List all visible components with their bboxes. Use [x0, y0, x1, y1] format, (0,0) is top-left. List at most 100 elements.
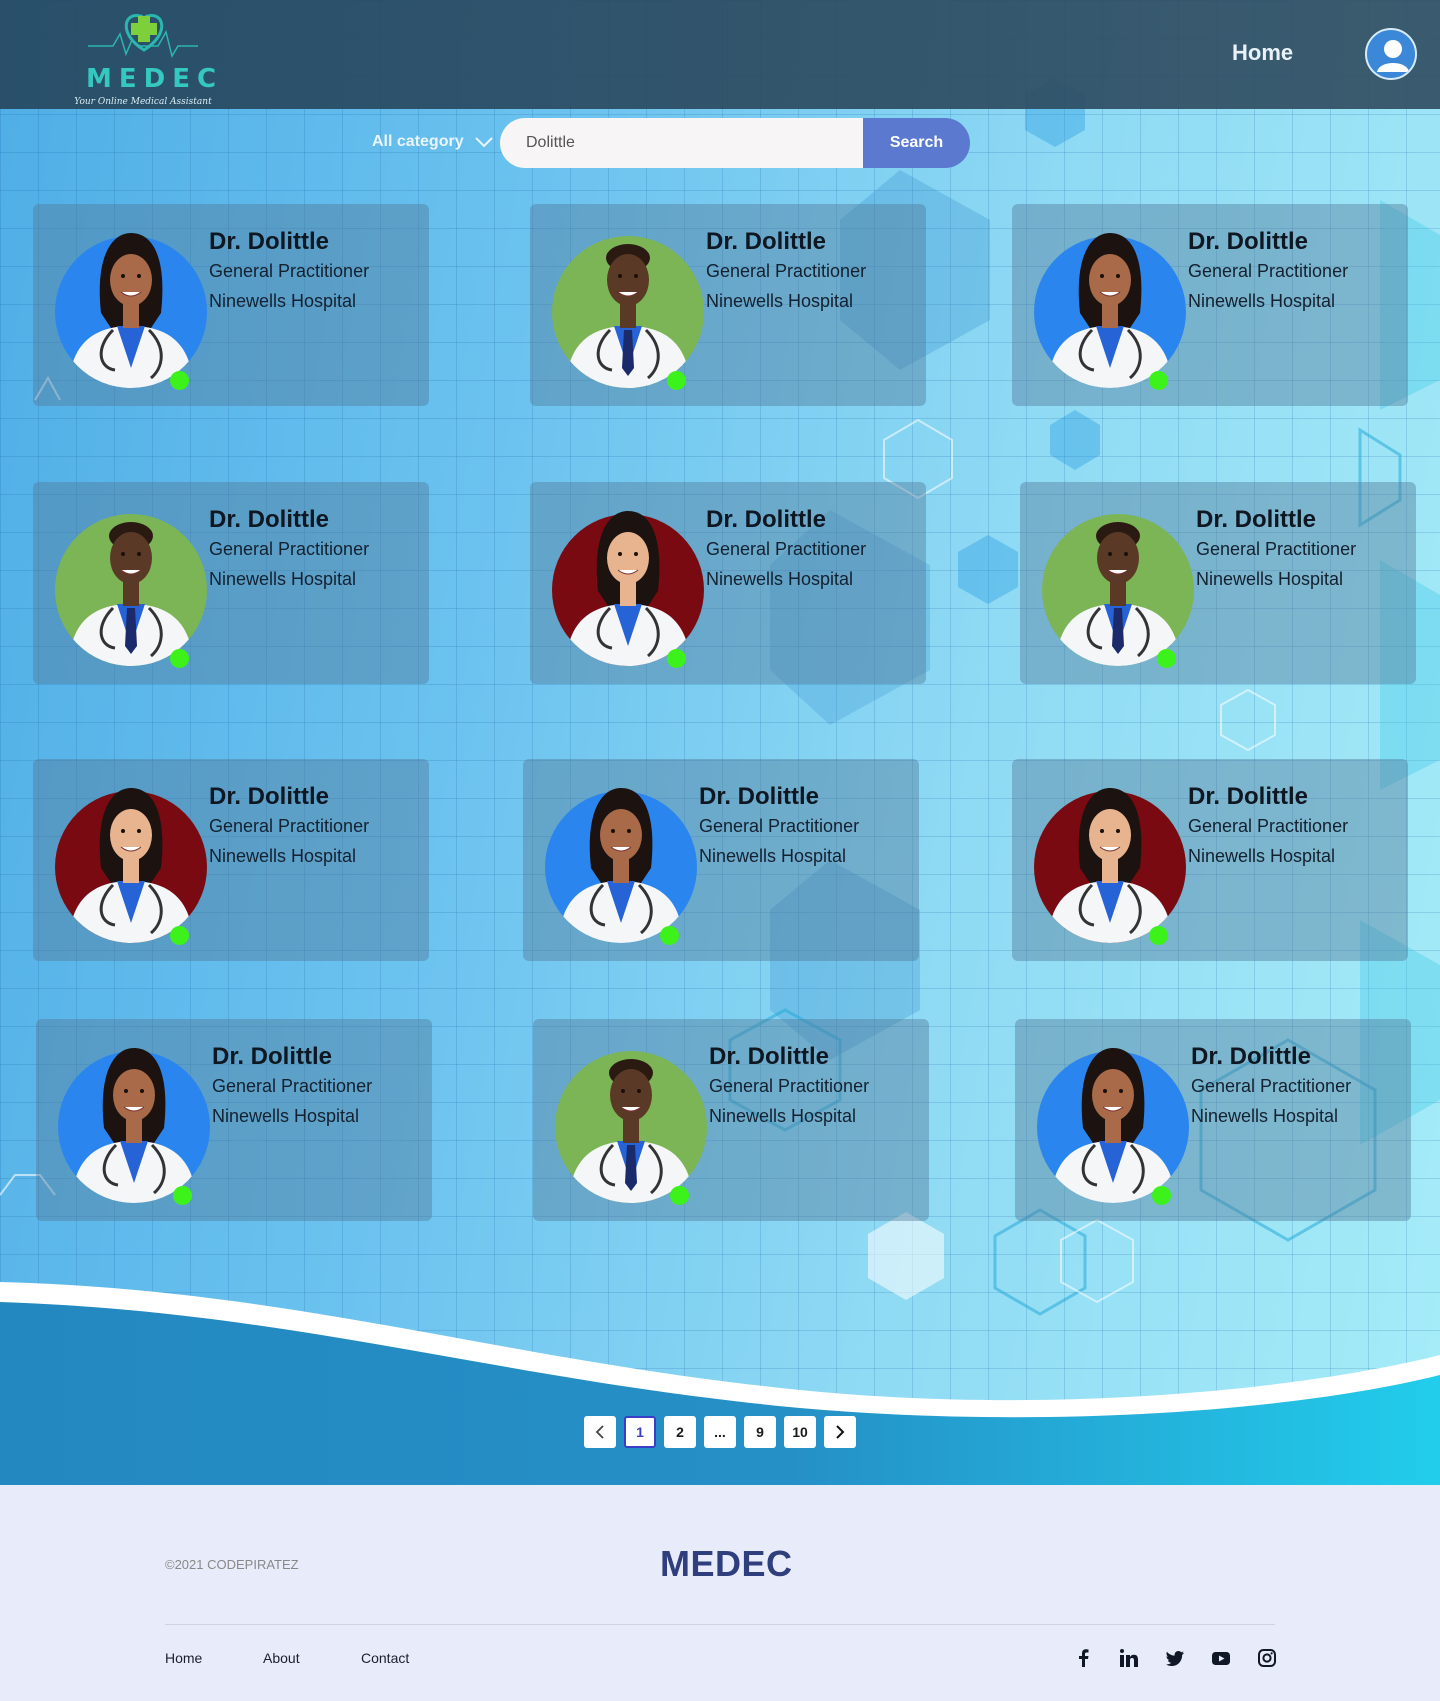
doctor-portrait [55, 218, 207, 390]
doctor-portrait [552, 496, 704, 668]
doctor-name: Dr. Dolittle [1188, 228, 1309, 255]
online-status-dot [170, 649, 189, 668]
doctor-card[interactable]: Dr. Dolittle General Practitioner Ninewell… [530, 482, 926, 684]
doctor-specialty: General Practitioner [1188, 816, 1349, 836]
doctor-hospital: Ninewells Hospital [1188, 291, 1336, 311]
online-status-dot [667, 649, 686, 668]
page-button-2[interactable]: 2 [664, 1416, 696, 1448]
next-page-button[interactable] [824, 1416, 856, 1448]
doctor-card[interactable]: Dr. Dolittle General Practitioner Ninewell… [33, 759, 429, 961]
doctor-card[interactable]: Dr. Dolittle General Practitioner Ninewell… [36, 1019, 432, 1221]
copyright-text: ©2021 CODEPIRATEZ [165, 1557, 299, 1572]
twitter-icon[interactable] [1162, 1645, 1188, 1671]
online-status-dot [173, 1186, 192, 1205]
doctor-hospital: Ninewells Hospital [709, 1106, 857, 1126]
wave-divider [0, 1282, 1440, 1485]
logo-tagline: Your Online Medical Assistant [74, 97, 212, 107]
doctor-name: Dr. Dolittle [1196, 506, 1317, 533]
online-status-dot [660, 926, 679, 945]
search-button[interactable]: Search [863, 118, 970, 168]
doctor-hospital: Ninewells Hospital [209, 569, 357, 589]
nav-home-link[interactable]: Home [1232, 40, 1293, 66]
online-status-dot [1149, 926, 1168, 945]
doctor-card[interactable]: Dr. Dolittle General Practitioner Ninewell… [1020, 482, 1416, 684]
doctor-hospital: Ninewells Hospital [1191, 1106, 1339, 1126]
doctor-portrait [1034, 773, 1186, 945]
doctor-portrait [552, 218, 704, 390]
doctor-card[interactable]: Dr. Dolittle General Practitioner Ninewell… [33, 482, 429, 684]
doctor-card[interactable]: Dr. Dolittle General Practitioner Ninewell… [1012, 759, 1408, 961]
search-input[interactable] [500, 118, 866, 168]
doctor-specialty: General Practitioner [212, 1076, 373, 1096]
category-dropdown[interactable]: All category [372, 133, 494, 151]
heart-cross-icon [88, 14, 198, 58]
doctor-name: Dr. Dolittle [209, 783, 330, 810]
doctor-hospital: Ninewells Hospital [706, 569, 854, 589]
page-button-10[interactable]: 10 [784, 1416, 816, 1448]
doctor-card[interactable]: Dr. Dolittle General Practitioner Ninewell… [523, 759, 919, 961]
online-status-dot [1152, 1186, 1171, 1205]
logo-wordmark: MEDEC [86, 64, 224, 94]
doctor-hospital: Ninewells Hospital [212, 1106, 360, 1126]
doctor-hospital: Ninewells Hospital [209, 846, 357, 866]
doctor-name: Dr. Dolittle [706, 506, 827, 533]
doctor-card[interactable]: Dr. Dolittle General Practitioner Ninewell… [533, 1019, 929, 1221]
page-button-9[interactable]: 9 [744, 1416, 776, 1448]
prev-page-button[interactable] [584, 1416, 616, 1448]
linkedin-icon[interactable] [1116, 1645, 1142, 1671]
doctor-portrait [55, 496, 207, 668]
youtube-icon[interactable] [1208, 1645, 1234, 1671]
page-button-1[interactable]: 1 [624, 1416, 656, 1448]
page-ellipsis: ... [704, 1416, 736, 1448]
online-status-dot [170, 371, 189, 390]
online-status-dot [1157, 649, 1176, 668]
footer-link-home[interactable]: Home [165, 1650, 202, 1666]
doctor-name: Dr. Dolittle [212, 1043, 333, 1070]
footer-link-about[interactable]: About [263, 1650, 300, 1666]
medec-logo[interactable]: MEDEC Your Online Medical Assistant [58, 6, 230, 107]
doctor-specialty: General Practitioner [706, 261, 867, 281]
doctor-portrait [1037, 1033, 1189, 1205]
pagination: 1 2 ... 9 10 [584, 1416, 856, 1448]
doctor-specialty: General Practitioner [1191, 1076, 1352, 1096]
doctor-specialty: General Practitioner [706, 539, 867, 559]
doctor-portrait [1034, 218, 1186, 390]
doctor-card[interactable]: Dr. Dolittle General Practitioner Ninewell… [530, 204, 926, 406]
doctor-name: Dr. Dolittle [1191, 1043, 1312, 1070]
footer-divider [165, 1624, 1275, 1625]
doctor-specialty: General Practitioner [209, 261, 370, 281]
doctor-portrait [58, 1033, 210, 1205]
doctor-specialty: General Practitioner [709, 1076, 870, 1096]
online-status-dot [170, 926, 189, 945]
site-footer: ©2021 CODEPIRATEZ MEDEC Home About Conta… [0, 1485, 1440, 1701]
doctor-portrait [1042, 496, 1194, 668]
doctor-card[interactable]: Dr. Dolittle General Practitioner Ninewell… [1015, 1019, 1411, 1221]
footer-brand: MEDEC [660, 1543, 793, 1584]
doctor-name: Dr. Dolittle [1188, 783, 1309, 810]
doctor-card[interactable]: Dr. Dolittle General Practitioner Ninewell… [33, 204, 429, 406]
doctor-specialty: General Practitioner [209, 816, 370, 836]
doctor-name: Dr. Dolittle [209, 506, 330, 533]
instagram-icon[interactable] [1254, 1645, 1280, 1671]
chevron-left-icon [595, 1425, 604, 1439]
online-status-dot [670, 1186, 689, 1205]
user-icon [1377, 40, 1409, 72]
doctor-specialty: General Practitioner [699, 816, 860, 836]
doctor-specialty: General Practitioner [1196, 539, 1357, 559]
doctor-hospital: Ninewells Hospital [1188, 846, 1336, 866]
doctor-hospital: Ninewells Hospital [1196, 569, 1344, 589]
doctor-name: Dr. Dolittle [706, 228, 827, 255]
doctor-card[interactable]: Dr. Dolittle General Practitioner Ninewell… [1012, 204, 1408, 406]
doctor-name: Dr. Dolittle [209, 228, 330, 255]
user-avatar-button[interactable] [1365, 28, 1417, 80]
chevron-right-icon [836, 1425, 845, 1439]
doctor-hospital: Ninewells Hospital [699, 846, 847, 866]
doctor-hospital: Ninewells Hospital [706, 291, 854, 311]
facebook-icon[interactable] [1070, 1645, 1096, 1671]
online-status-dot [667, 371, 686, 390]
doctor-specialty: General Practitioner [209, 539, 370, 559]
category-label: All category [372, 133, 464, 150]
online-status-dot [1149, 371, 1168, 390]
footer-link-contact[interactable]: Contact [361, 1650, 409, 1666]
chevron-down-icon [474, 137, 493, 148]
